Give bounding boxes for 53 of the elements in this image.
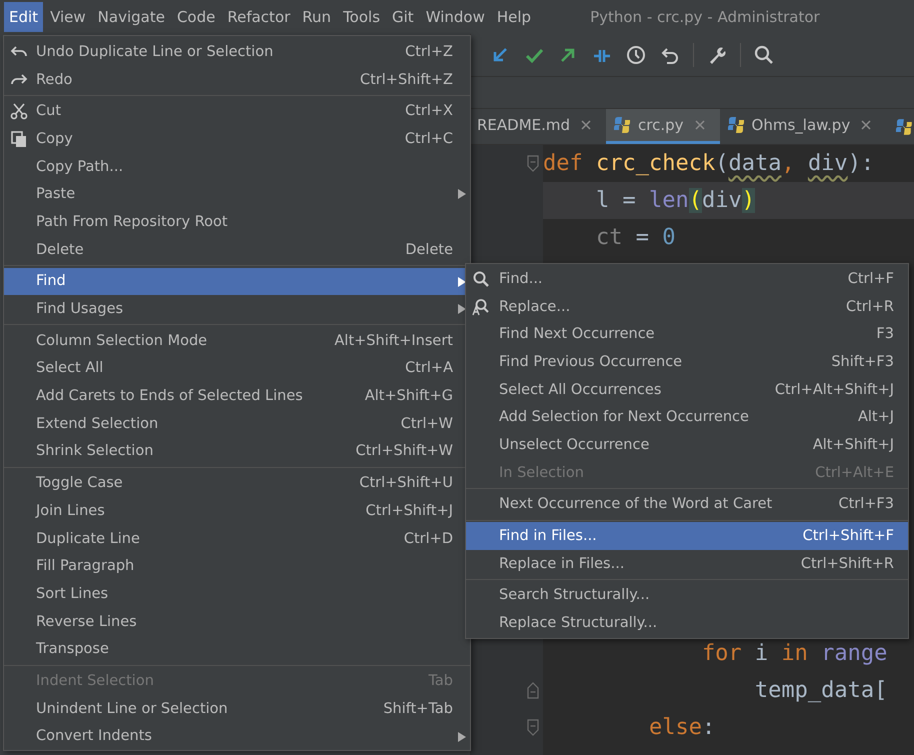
editor-tab[interactable]: crc.py (606, 109, 720, 144)
code-line: def crc_check(data, div): (543, 150, 876, 178)
fold-marker-icon[interactable] (527, 719, 539, 736)
menu-item[interactable]: Code (172, 2, 220, 32)
replace-icon (472, 298, 490, 316)
search-icon (472, 270, 490, 288)
menu-item[interactable]: Convert Indents (4, 722, 470, 750)
menu-item[interactable]: Find Previous Occurrence Shift+F3 (466, 348, 908, 376)
menu-item[interactable]: Select All Occurrences Ctrl+Alt+Shift+J (466, 376, 908, 404)
clock-icon[interactable] (625, 44, 647, 66)
editor-tab[interactable]: README.md (471, 109, 606, 144)
window-title: Python - crc.py - Administrator (590, 8, 820, 26)
menu-item[interactable]: Tools (338, 2, 386, 32)
fold-marker-icon[interactable] (527, 682, 539, 699)
menu-item[interactable]: Next Occurrence of the Word at Caret Ctrl+F3 (466, 490, 908, 518)
menu-item[interactable]: Unselect Occurrence Alt+Shift+J (466, 431, 908, 459)
menu-item[interactable]: Refactor (222, 2, 296, 32)
menu-item[interactable]: Cut Ctrl+X (4, 97, 470, 126)
menu-item[interactable]: Copy Ctrl+C (4, 125, 470, 153)
menu-item[interactable]: Run (297, 2, 336, 32)
menu-item[interactable]: Replace... Ctrl+R (466, 292, 908, 320)
menu-item[interactable]: Replace in Files... Ctrl+Shift+R (466, 550, 908, 578)
menu-item[interactable]: Add Selection for Next Occurrence Alt+J (466, 403, 908, 432)
menu-item[interactable]: Transpose (4, 635, 470, 664)
python-file-icon (612, 115, 632, 135)
menu-item[interactable]: Git (387, 2, 419, 32)
code-line: ct = 0 (594, 224, 676, 252)
menu-item[interactable]: Undo Duplicate Line or Selection Ctrl+Z (4, 38, 470, 66)
menu-item[interactable]: Redo Ctrl+Shift+Z (4, 66, 470, 94)
menu-item[interactable]: Copy Path... (4, 152, 470, 180)
menu-item[interactable]: Navigate (92, 2, 170, 32)
menu-item[interactable]: Window (420, 2, 490, 32)
menu-item[interactable]: Path From Repository Root (4, 208, 470, 236)
fold-marker-icon[interactable] (527, 155, 539, 172)
search-icon[interactable] (753, 44, 775, 66)
menu-item[interactable]: Help (492, 2, 536, 32)
code-line: temp_data[ (754, 677, 888, 705)
menu-item[interactable]: Delete Delete (4, 236, 470, 264)
menu-item[interactable]: Replace Structurally... (466, 609, 908, 637)
menu-item[interactable]: Paste (4, 180, 470, 208)
menu-item[interactable]: Edit (4, 2, 44, 32)
scissors-icon (10, 102, 28, 120)
menu-item[interactable]: View (45, 2, 91, 32)
code-line: for i in range (700, 640, 888, 668)
menu-item[interactable]: Find Next Occurrence F3 (466, 320, 908, 348)
copy-icon (10, 130, 28, 148)
menu-item[interactable]: Find in Files... Ctrl+Shift+F (466, 522, 908, 550)
menu-item[interactable]: Unindent Line or Selection Shift+Tab (4, 694, 470, 722)
code-line: else: (648, 714, 716, 742)
python-file-icon (726, 115, 746, 135)
menu-item[interactable]: Search Structurally... (466, 582, 908, 610)
python-file-icon (894, 116, 914, 136)
editor-tab[interactable]: Ohms_law.py (720, 109, 886, 144)
